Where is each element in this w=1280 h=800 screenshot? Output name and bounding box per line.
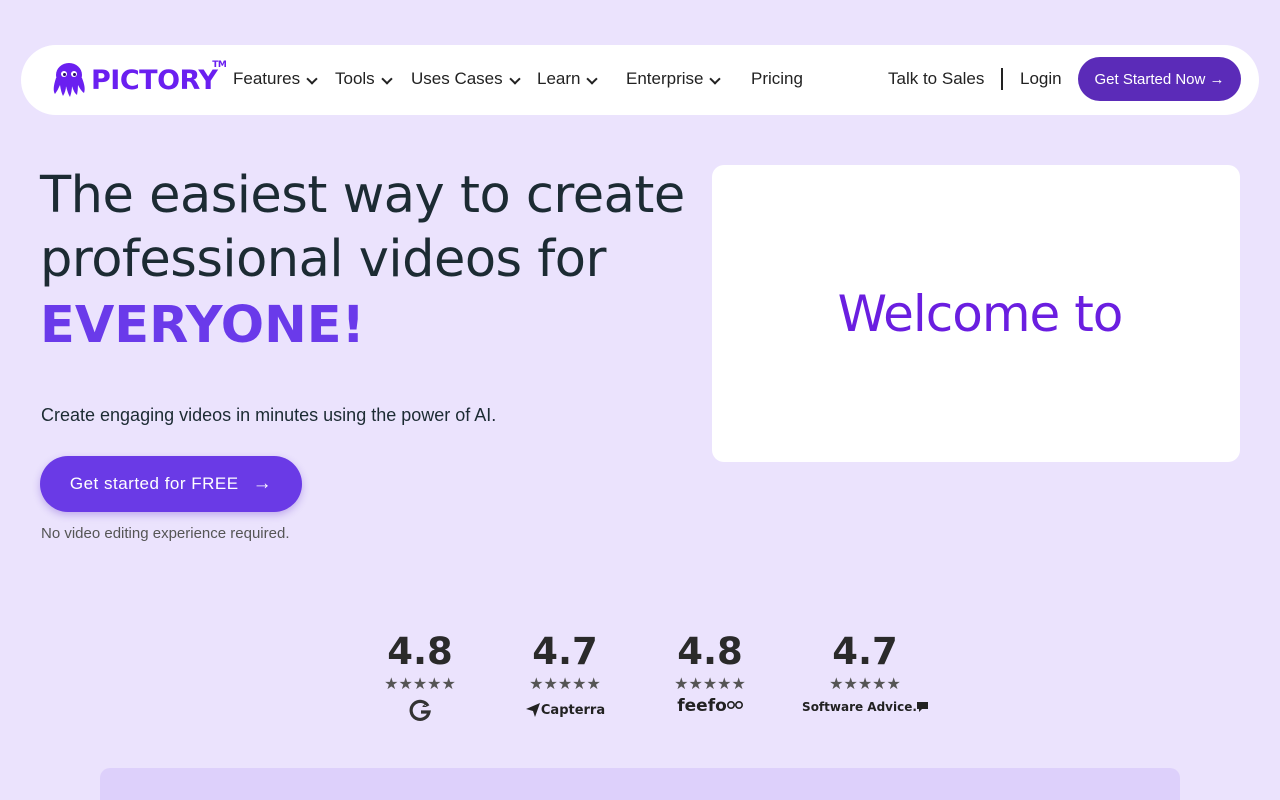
octopus-logo-icon xyxy=(53,63,85,97)
hero-title-accent: EVERYONE! xyxy=(40,296,365,355)
hero-title-line-1: The easiest way to create xyxy=(40,166,685,225)
rating-software-advice: 4.7 ★★★★★ Software Advice. xyxy=(800,628,930,714)
nav-learn[interactable]: Learn xyxy=(537,69,599,89)
nav-enterprise[interactable]: Enterprise xyxy=(626,69,722,89)
rating-score: 4.8 xyxy=(387,630,453,673)
rating-stars: ★★★★★ xyxy=(674,676,746,693)
capterra-arrow-icon xyxy=(525,703,540,717)
hero-note: No video editing experience required. xyxy=(41,525,290,542)
nav-pricing-label: Pricing xyxy=(751,69,803,88)
rating-stars: ★★★★★ xyxy=(384,676,456,693)
rating-g2: 4.8 ★★★★★ 2 G2 xyxy=(382,628,458,722)
g2-logo: 2 G2 xyxy=(408,698,432,722)
hero-title-line-2: professional videos for xyxy=(40,230,606,289)
chevron-down-icon xyxy=(306,72,318,85)
video-frame-text: Welcome to xyxy=(837,284,1124,343)
get-started-now-button[interactable]: Get Started Now → xyxy=(1078,57,1241,101)
rating-capterra: 4.7 ★★★★★ Capterra xyxy=(525,628,605,718)
nav-learn-label: Learn xyxy=(537,69,581,88)
hero-title: The easiest way to create professional v… xyxy=(40,164,685,292)
trademark-mark: TM xyxy=(212,59,227,70)
logo-wordmark: PICTORY TM xyxy=(91,59,227,96)
nav-use-cases[interactable]: Uses Cases xyxy=(411,69,521,89)
nav-features-label: Features xyxy=(233,69,301,88)
get-started-free-button[interactable]: Get started for FREE → xyxy=(40,456,302,512)
feefo-brand-text: feefo xyxy=(677,696,727,716)
feefo-logo: feefo xyxy=(677,696,743,716)
speech-bubble-icon xyxy=(916,702,928,712)
top-navbar: PICTORY TM Features Tools Uses Cases Lea… xyxy=(21,45,1259,115)
svg-text:2: 2 xyxy=(422,701,427,709)
capterra-logo: Capterra xyxy=(525,702,605,718)
rating-stars: ★★★★★ xyxy=(529,676,601,693)
nav-enterprise-label: Enterprise xyxy=(626,69,704,88)
talk-to-sales-link[interactable]: Talk to Sales xyxy=(888,69,984,89)
g2-logo-icon: 2 xyxy=(409,699,431,721)
hero-subtitle: Create engaging videos in minutes using … xyxy=(41,405,497,425)
arrow-right-icon: → xyxy=(252,473,273,494)
nav-tools[interactable]: Tools xyxy=(335,69,393,89)
chevron-down-icon xyxy=(381,72,393,85)
rating-stars: ★★★★★ xyxy=(829,676,901,693)
chevron-down-icon xyxy=(508,72,521,85)
chevron-down-icon xyxy=(709,72,722,85)
intro-video-player[interactable]: Welcome to xyxy=(712,165,1240,462)
rating-feefo: 4.8 ★★★★★ feefo xyxy=(672,628,748,716)
nav-pricing[interactable]: Pricing xyxy=(751,69,803,89)
feefo-eyes-icon xyxy=(726,701,743,709)
software-advice-logo: Software Advice. xyxy=(802,700,928,714)
bottom-section-panel xyxy=(100,768,1180,800)
rating-score: 4.8 xyxy=(677,630,743,673)
nav-use-cases-label: Uses Cases xyxy=(411,69,503,88)
get-started-free-label: Get started for FREE xyxy=(69,474,239,493)
software-advice-brand-text: Software Advice. xyxy=(802,700,917,714)
rating-score: 4.7 xyxy=(832,630,898,673)
pictory-logo[interactable]: PICTORY TM xyxy=(49,59,227,100)
nav-divider xyxy=(1001,68,1003,90)
chevron-down-icon xyxy=(586,72,599,85)
login-link[interactable]: Login xyxy=(1020,69,1062,89)
nav-features[interactable]: Features xyxy=(233,69,318,89)
nav-tools-label: Tools xyxy=(335,69,375,88)
rating-score: 4.7 xyxy=(532,630,598,673)
capterra-brand-text: Capterra xyxy=(540,702,606,718)
